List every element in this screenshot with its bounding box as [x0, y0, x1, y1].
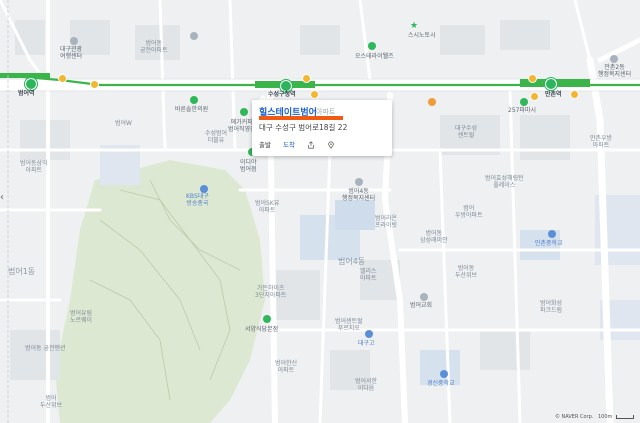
chevron-left-icon[interactable]: ‹ [0, 190, 8, 206]
apartment-label[interactable]: 범어동 궁전아파트 [140, 40, 168, 54]
poi-marker[interactable] [263, 315, 271, 323]
poi-label[interactable]: 서양식당본점 [245, 326, 278, 333]
place-address: 대구 수성구 범어로18길 22 [259, 123, 348, 132]
subway-station-marker[interactable] [25, 78, 37, 90]
bus-stop-marker[interactable] [570, 90, 579, 99]
bus-stop-marker[interactable] [90, 80, 99, 89]
poi-label[interactable]: 만촌중학교 [535, 240, 563, 247]
poi-label[interactable]: KBS대구 방송총국 [186, 193, 209, 207]
apartment-label[interactable]: 범어센트럴 푸르지오 [335, 318, 363, 332]
district-label: 범어1동 [8, 267, 36, 276]
bus-stop-marker[interactable] [528, 74, 537, 83]
apartment-label[interactable]: 범어W [115, 120, 132, 127]
apartment-label[interactable]: 범어유림 노르웨이 [70, 310, 92, 324]
pin-icon[interactable] [327, 141, 335, 149]
station-label[interactable]: 만촌역 [545, 91, 562, 98]
star-icon[interactable]: ★ [410, 22, 418, 31]
poi-label[interactable]: 스시노토시 [408, 32, 436, 39]
map-canvas[interactable]: 범어역 수성구청역 만촌역 ★ 스시노토시 오스테라이웰즈 바른솔한의원 메가커… [0, 0, 640, 423]
apartment-label[interactable]: 대구수성 센트럴 [455, 125, 477, 139]
poi-marker[interactable] [240, 108, 248, 116]
apartment-label[interactable]: 범어화성 파크드림 [540, 300, 562, 314]
arrive-button[interactable]: 도착 [283, 139, 295, 149]
apartment-label[interactable]: 범어동 궁전맨션 [25, 345, 66, 352]
district-label: 범어4동 [338, 257, 366, 266]
bus-stop-marker[interactable] [530, 92, 539, 101]
apartment-label[interactable]: 만촌우방 아파트 [590, 135, 612, 149]
map-credit: © NAVER Corp. 100m [555, 414, 634, 420]
bus-stop-marker[interactable] [58, 74, 67, 83]
scale-bar [616, 414, 634, 419]
apartment-label[interactable]: 수성범어 더블유 [205, 130, 227, 144]
place-popup-card[interactable]: 힐스테이트범어 아파트 대구 수성구 범어로18길 22 출발 도착 [252, 100, 392, 156]
map-base [0, 0, 640, 423]
poi-marker[interactable] [368, 42, 376, 50]
poi-label[interactable]: 경신중학교 [427, 380, 455, 387]
poi-marker[interactable] [200, 185, 208, 193]
apartment-label[interactable]: 범어 두산위브 [40, 395, 62, 409]
poi-marker[interactable] [190, 96, 198, 104]
poi-marker[interactable] [420, 293, 428, 301]
station-label[interactable]: 범어역 [18, 90, 35, 97]
poi-label[interactable]: 대구관광 여행센터 [60, 46, 82, 60]
apartment-label[interactable]: 범어한신 아파트 [275, 360, 297, 374]
apartment-label[interactable]: 범어서한 이다음 [355, 378, 377, 392]
share-icon[interactable] [307, 141, 315, 149]
apartment-label[interactable]: 가든하이츠 3단지아파트 [255, 285, 286, 299]
apartment-label[interactable]: 범어SK뷰 아파트 [255, 200, 279, 214]
poi-label[interactable]: 범어4동 행정복지센터 [342, 188, 375, 202]
subway-station-marker[interactable] [545, 78, 557, 90]
apartment-label[interactable]: 범어동 두산위브 [455, 265, 477, 279]
poi-label[interactable]: 대구고 [358, 340, 375, 347]
apartment-label[interactable]: 범어동삼익 아파트 [20, 160, 48, 174]
poi-marker[interactable] [70, 37, 78, 45]
popup-actions: 출발 도착 [259, 139, 345, 149]
apartment-label[interactable]: 범어 우방아파트 [455, 205, 483, 219]
place-category: 아파트 [316, 108, 336, 116]
apartment-label[interactable]: 범어효성해링턴 플레이스 [485, 175, 524, 189]
credit-text: © NAVER Corp. [554, 414, 594, 420]
apartment-label[interactable]: 범어라온 프라이빗 [375, 215, 397, 229]
poi-label[interactable]: 범어교회 [410, 302, 432, 309]
poi-label[interactable]: 만촌2동 행정복지센터 [598, 64, 631, 78]
station-label[interactable]: 수성구청역 [268, 91, 296, 98]
poi-marker[interactable] [365, 330, 373, 338]
scale-label: 100m [597, 414, 613, 420]
bus-stop-marker[interactable] [302, 74, 311, 83]
place-name-link[interactable]: 힐스테이트범어 [259, 105, 317, 118]
bus-stop-marker[interactable] [310, 90, 319, 99]
poi-marker[interactable] [428, 98, 436, 106]
poi-label[interactable]: 이디야 범어점 [240, 159, 257, 173]
poi-marker[interactable] [440, 370, 448, 378]
poi-marker[interactable] [610, 55, 618, 63]
apartment-label[interactable]: 범어동 삼성래미안 [420, 230, 448, 244]
poi-marker[interactable] [548, 230, 556, 238]
poi-label[interactable]: 257파마시 [508, 107, 536, 114]
depart-button[interactable]: 출발 [259, 139, 271, 149]
poi-marker[interactable] [355, 178, 363, 186]
poi-marker[interactable] [520, 98, 528, 106]
poi-label[interactable]: 바른솔한의원 [175, 106, 208, 113]
apartment-label[interactable]: 엘리스 아파트 [360, 268, 377, 282]
poi-label[interactable]: 오스테라이웰즈 [355, 53, 394, 60]
poi-marker[interactable] [190, 32, 198, 40]
